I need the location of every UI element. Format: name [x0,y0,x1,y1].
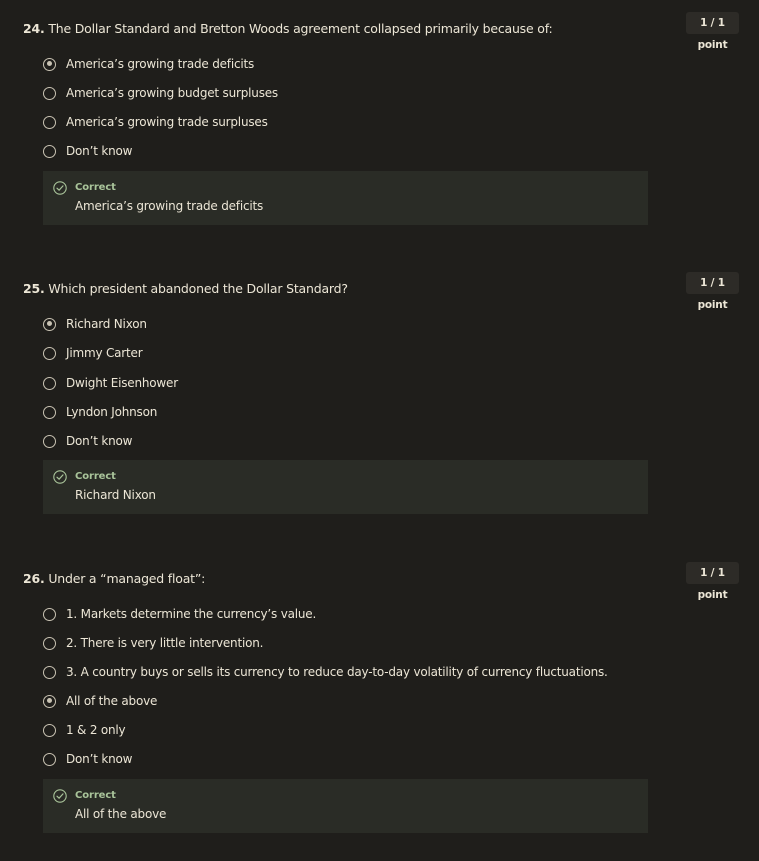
check-circle-icon [53,470,67,484]
feedback-box: Correct Richard Nixon [43,460,648,514]
radio-button[interactable] [43,665,56,679]
option-label: Don’t know [66,144,133,158]
option-label: Lyndon Johnson [66,405,158,419]
option-label: 2. There is very little intervention. [66,636,264,650]
question-number: 25. [23,281,45,296]
question-prompt: 25. Which president abandoned the Dollar… [23,280,663,298]
option-5[interactable]: 1 & 2 only [43,721,126,739]
option-2[interactable]: Jimmy Carter [43,344,143,362]
option-2[interactable]: America’s growing budget surpluses [43,84,278,102]
feedback-status: Correct [75,471,116,482]
question-prompt: 26. Under a “managed float”: [23,570,663,588]
radio-button[interactable] [43,607,56,621]
radio-button[interactable] [43,144,56,158]
feedback-status: Correct [75,182,116,193]
option-1[interactable]: 1. Markets determine the currency’s valu… [43,605,316,623]
option-4[interactable]: Don’t know [43,142,132,160]
question-text: Which president abandoned the Dollar Sta… [48,281,348,296]
points-badge: 1 / 1 point [686,272,739,311]
option-6[interactable]: Don’t know [43,750,132,768]
option-label: 1 & 2 only [66,723,126,737]
feedback-box: Correct America’s growing trade deficits [43,171,648,225]
question-prompt: 24. The Dollar Standard and Bretton Wood… [23,20,663,38]
option-4[interactable]: Lyndon Johnson [43,403,157,421]
question-number: 24. [23,21,45,36]
option-label: Don’t know [66,434,133,448]
radio-button[interactable] [43,376,56,390]
option-label: Richard Nixon [66,317,147,331]
feedback-box: Correct All of the above [43,779,648,833]
feedback-answer: All of the above [75,807,167,821]
radio-button[interactable] [43,405,56,419]
option-1[interactable]: America’s growing trade deficits [43,55,254,73]
points-badge: 1 / 1 point [686,12,739,51]
radio-button[interactable] [43,346,56,360]
points-badge: 1 / 1 point [686,562,739,601]
question-number: 26. [23,571,45,586]
option-label: 1. Markets determine the currency’s valu… [66,607,317,621]
option-label: America’s growing trade deficits [66,57,255,71]
radio-button[interactable] [43,752,56,766]
radio-button[interactable] [43,115,56,129]
option-2[interactable]: 2. There is very little intervention. [43,634,263,652]
question-text: Under a “managed float”: [48,571,206,586]
radio-button-selected[interactable] [43,694,56,708]
option-5[interactable]: Don’t know [43,432,132,450]
option-1[interactable]: Richard Nixon [43,315,147,333]
option-label: 3. A country buys or sells its currency … [66,665,608,679]
feedback-answer: America’s growing trade deficits [75,199,264,213]
option-4[interactable]: All of the above [43,692,157,710]
question-text: The Dollar Standard and Bretton Woods ag… [48,21,553,36]
option-3[interactable]: America’s growing trade surpluses [43,113,268,131]
option-label: Jimmy Carter [66,346,143,360]
radio-button-selected[interactable] [43,317,56,331]
option-3[interactable]: 3. A country buys or sells its currency … [43,663,608,681]
check-circle-icon [53,181,67,195]
radio-button-selected[interactable] [43,57,56,71]
option-label: America’s growing budget surpluses [66,86,278,100]
option-label: America’s growing trade surpluses [66,115,268,129]
option-label: Dwight Eisenhower [66,376,178,390]
radio-button[interactable] [43,86,56,100]
option-label: Don’t know [66,752,133,766]
feedback-answer: Richard Nixon [75,488,156,502]
radio-button[interactable] [43,434,56,448]
feedback-status: Correct [75,790,116,801]
radio-button[interactable] [43,636,56,650]
option-3[interactable]: Dwight Eisenhower [43,374,178,392]
option-label: All of the above [66,694,158,708]
check-circle-icon [53,789,67,803]
radio-button[interactable] [43,723,56,737]
